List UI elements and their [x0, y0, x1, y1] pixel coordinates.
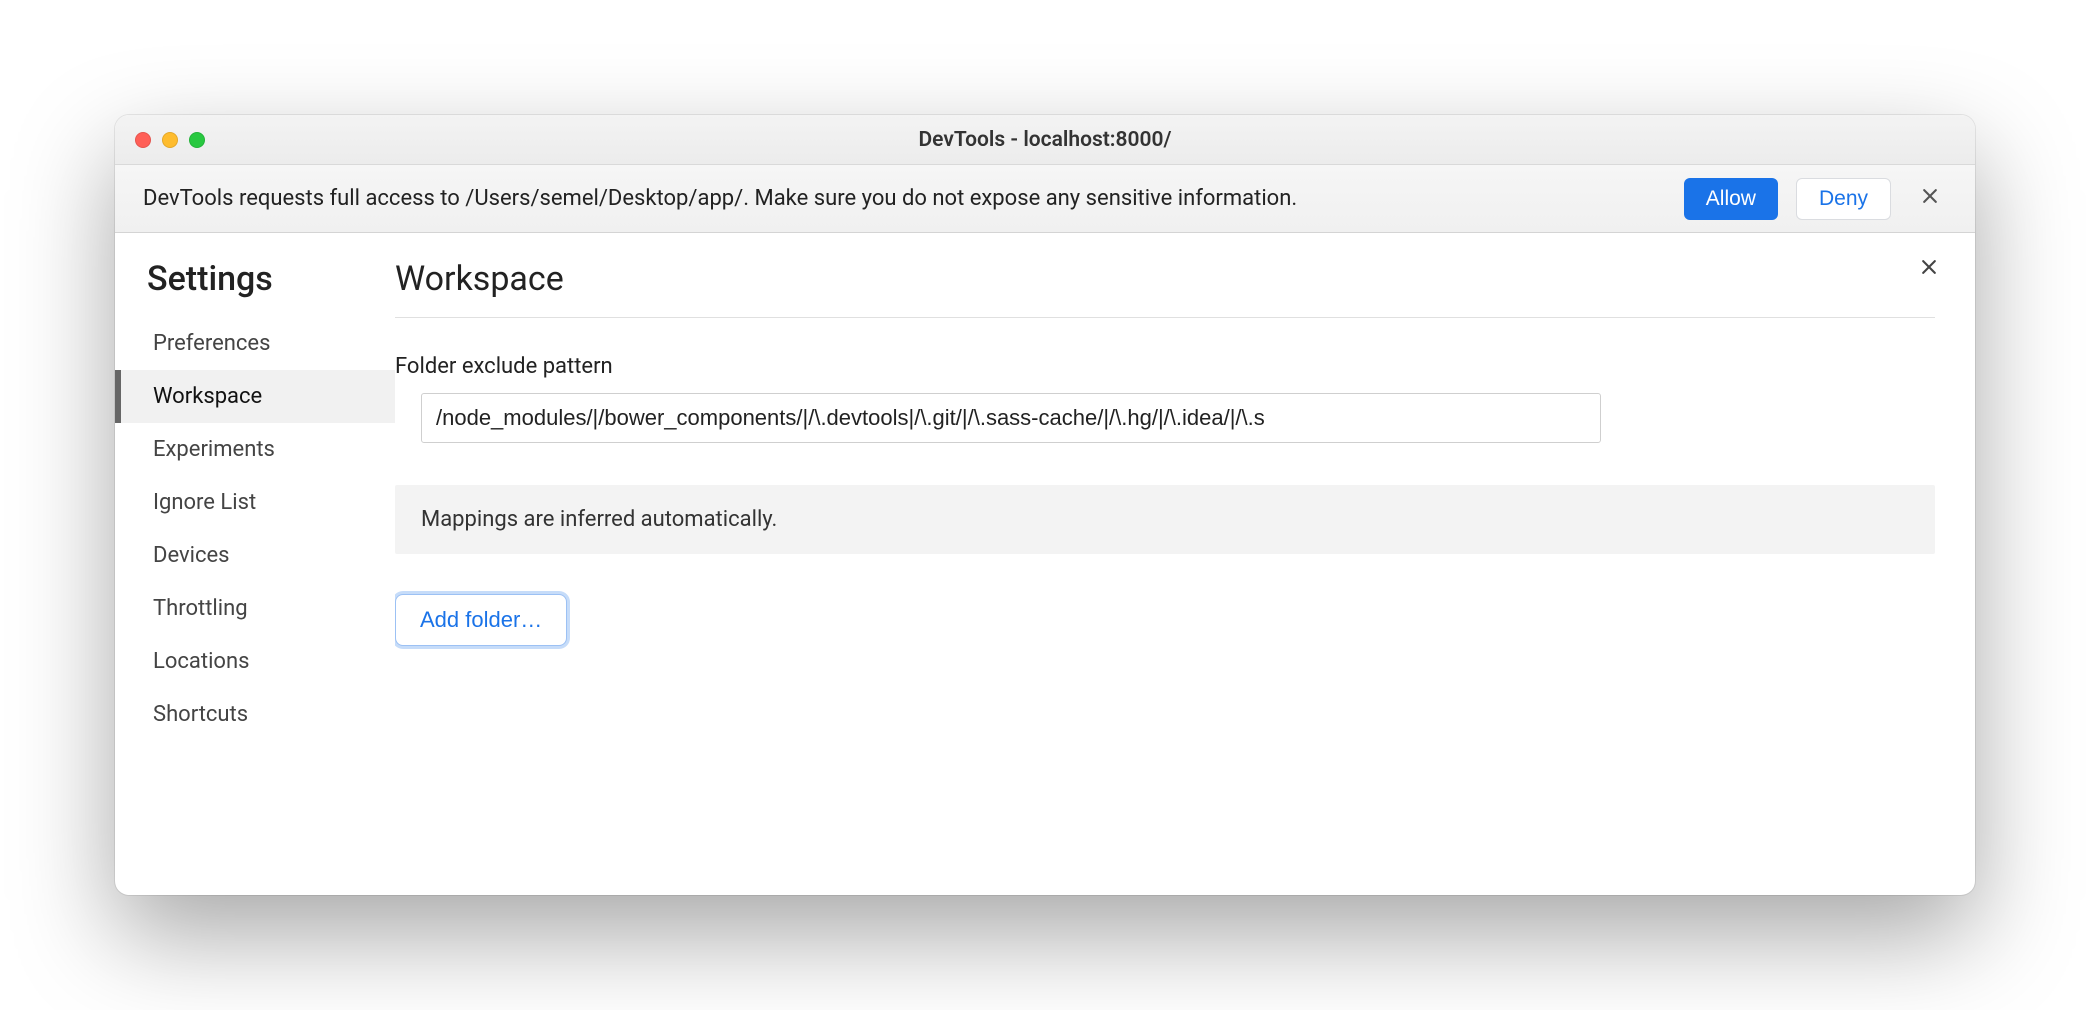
- sidebar-item-preferences[interactable]: Preferences: [115, 317, 395, 370]
- window-title: DevTools - localhost:8000/: [115, 128, 1975, 152]
- sidebar-item-throttling[interactable]: Throttling: [115, 582, 395, 635]
- window-controls: [115, 132, 205, 148]
- minimize-window-button[interactable]: [162, 132, 178, 148]
- deny-button[interactable]: Deny: [1796, 178, 1891, 220]
- exclude-pattern-label: Folder exclude pattern: [395, 354, 1935, 379]
- sidebar-item-label: Devices: [153, 543, 230, 568]
- close-settings-button[interactable]: [1913, 253, 1945, 285]
- sidebar-item-label: Throttling: [153, 596, 248, 621]
- sidebar-item-experiments[interactable]: Experiments: [115, 423, 395, 476]
- allow-button[interactable]: Allow: [1684, 178, 1778, 220]
- sidebar-item-locations[interactable]: Locations: [115, 635, 395, 688]
- mappings-notice: Mappings are inferred automatically.: [395, 485, 1935, 554]
- zoom-window-button[interactable]: [189, 132, 205, 148]
- exclude-pattern-input[interactable]: [421, 393, 1601, 443]
- sidebar-item-label: Experiments: [153, 437, 275, 462]
- sidebar-item-label: Locations: [153, 649, 249, 674]
- sidebar-item-devices[interactable]: Devices: [115, 529, 395, 582]
- close-window-button[interactable]: [135, 132, 151, 148]
- close-icon: [1919, 257, 1939, 281]
- workspace-settings: Workspace Folder exclude pattern Mapping…: [395, 233, 1975, 895]
- page-title: Workspace: [395, 259, 1935, 318]
- settings-title: Settings: [115, 259, 395, 317]
- infobar-message: DevTools requests full access to /Users/…: [143, 186, 1666, 211]
- settings-sidebar: Settings Preferences Workspace Experimen…: [115, 233, 395, 895]
- sidebar-item-ignore-list[interactable]: Ignore List: [115, 476, 395, 529]
- sidebar-item-shortcuts[interactable]: Shortcuts: [115, 688, 395, 741]
- sidebar-item-label: Shortcuts: [153, 702, 248, 727]
- sidebar-item-label: Workspace: [153, 384, 262, 409]
- devtools-window: DevTools - localhost:8000/ DevTools requ…: [115, 115, 1975, 895]
- add-folder-button[interactable]: Add folder…: [395, 594, 567, 646]
- close-icon: [1920, 186, 1940, 212]
- sidebar-item-label: Ignore List: [153, 490, 256, 515]
- permission-infobar: DevTools requests full access to /Users/…: [115, 165, 1975, 233]
- sidebar-item-workspace[interactable]: Workspace: [115, 370, 395, 423]
- settings-panel: Settings Preferences Workspace Experimen…: [115, 233, 1975, 895]
- titlebar: DevTools - localhost:8000/: [115, 115, 1975, 165]
- sidebar-item-label: Preferences: [153, 331, 270, 356]
- infobar-close-button[interactable]: [1909, 178, 1951, 220]
